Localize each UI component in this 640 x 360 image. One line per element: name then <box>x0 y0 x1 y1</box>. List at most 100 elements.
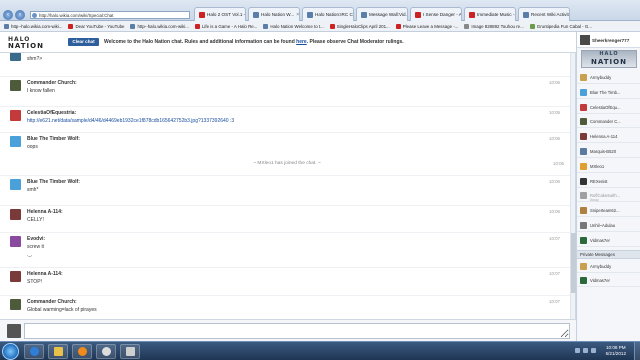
user-list-item[interactable]: Sniperteam62... <box>577 205 640 218</box>
bookmark-favicon-icon <box>263 23 269 29</box>
bookmark-label: Life is a Game - A Halo Re... <box>201 23 258 29</box>
message-username[interactable]: Evodvi: <box>27 236 45 242</box>
message-text[interactable]: http://e621.net/data/sample/d4/46/d4469e… <box>27 118 234 124</box>
chat-message-input[interactable] <box>24 323 570 339</box>
avatar[interactable] <box>10 209 21 220</box>
folder-icon[interactable] <box>48 344 68 359</box>
user-name: Helenna A-114 <box>590 134 618 140</box>
user-list-item[interactable]: Armybuddy <box>577 72 640 84</box>
bookmark-item[interactable]: SingleHaloClips April 201... <box>329 23 390 29</box>
tab[interactable]: Halo 2 OST Vol.1 -× <box>194 7 246 21</box>
bookmark-label: Gruntipedia Fun Cabal - G... <box>536 23 592 29</box>
tab[interactable]: Immediate Music -...× <box>464 7 516 21</box>
message-username[interactable]: Blue The Timber Wolf: <box>27 136 80 142</box>
avatar[interactable] <box>10 179 21 190</box>
message-text: Global warming=lack of pirayes <box>27 307 97 313</box>
bookmark-favicon-icon <box>395 23 401 29</box>
ie-icon[interactable] <box>24 344 44 359</box>
wiki-logo[interactable]: HALO NATION <box>581 50 637 68</box>
user-list-item[interactable]: Vidmas7er <box>577 235 640 247</box>
message-scrollbar[interactable] <box>570 53 576 319</box>
bookmark-item[interactable]: Please Leave a Message -... <box>395 23 459 29</box>
chat-header: HALO NATION Clear chat Welcome to the Ha… <box>0 32 576 53</box>
windows-taskbar: 10:08 PM 5/21/2012 <box>0 341 640 360</box>
bookmark-item[interactable]: http--halo.wikia.com-wiki... <box>130 23 189 29</box>
avatar <box>580 277 587 284</box>
bookmark-item[interactable]: Life is a Game - A Halo Re... <box>194 23 258 29</box>
avatar[interactable] <box>10 236 21 247</box>
message-divider <box>0 132 574 133</box>
private-message-item[interactable]: Armybuddy <box>577 261 640 273</box>
tab[interactable]: Recent Wiki Activit...× <box>518 7 570 21</box>
avatar[interactable] <box>10 53 21 61</box>
user-list-item[interactable]: Helenna A-114 <box>577 131 640 144</box>
bookmark-label: Halo Nation Welcome to t... <box>270 23 324 29</box>
bookmark-item[interactable]: http--halo.wikia.com-wiki... <box>4 23 62 29</box>
message-text: screw it <box>27 244 44 250</box>
avatar[interactable] <box>10 136 21 147</box>
message-timestamp: 10:07 <box>549 236 560 241</box>
avatar[interactable] <box>10 110 21 121</box>
user-list-item[interactable]: CelestiaOfEqu... <box>577 102 640 114</box>
current-user[interactable]: Sheerkrenger777 <box>577 32 640 48</box>
address-bar[interactable]: http://halo.wikia.com/wiki/Special:Chat <box>30 11 190 19</box>
welcome-message: Welcome to the Halo Nation chat. Rules a… <box>104 39 404 45</box>
bookmark-favicon-icon <box>130 23 136 29</box>
message-timestamp: 10:05 <box>549 110 560 115</box>
clear-chat-button[interactable]: Clear chat <box>68 38 99 46</box>
media-player-icon[interactable] <box>72 344 92 359</box>
tray-icon[interactable] <box>575 348 580 353</box>
bookmark-item[interactable]: Halo Nation Welcome to t... <box>263 23 324 29</box>
message-username[interactable]: Helenna A-114: <box>27 209 63 215</box>
tab-label: Halo 2 OST Vol.1 - <box>207 12 246 17</box>
tab[interactable]: Message Wall:Vid...× <box>356 7 408 21</box>
chat-input-bar <box>0 319 576 341</box>
bookmark-favicon-icon <box>464 23 470 29</box>
message-username[interactable]: Helenna A-114: <box>27 271 63 277</box>
youtube-favicon <box>469 11 475 18</box>
user-list-item[interactable]: Blue The Timb... <box>577 87 640 99</box>
bookmark-item[interactable]: Gruntipedia Fun Cabal - G... <box>529 23 592 29</box>
user-list-item[interactable]: Commander C... <box>577 116 640 129</box>
bookmark-favicon-icon <box>329 23 335 29</box>
start-button[interactable] <box>2 343 19 360</box>
avatar[interactable] <box>10 80 21 91</box>
user-list-item[interactable]: Marquis-B520 <box>577 146 640 158</box>
message-username[interactable]: Blue The Timber Wolf: <box>27 179 80 185</box>
user-list-item[interactable]: MXleo1 <box>577 161 640 173</box>
tab[interactable]: I Sense Danger - A...× <box>410 7 462 21</box>
avatar <box>580 177 587 185</box>
bookmark-label: Please Leave a Message -... <box>402 23 459 29</box>
message-username[interactable]: Commander Church: <box>27 80 77 86</box>
private-message-item[interactable]: Vidmas7er <box>577 275 640 287</box>
tray-icon[interactable] <box>591 348 596 353</box>
bookmark-favicon-icon <box>4 23 9 29</box>
back-button[interactable]: ‹ <box>3 10 13 20</box>
tab[interactable]: Halo Nation W... × <box>248 7 300 21</box>
close-icon[interactable]: × <box>296 12 299 18</box>
avatar <box>580 74 587 81</box>
forward-button[interactable]: › <box>15 10 25 20</box>
user-list-item[interactable]: Unhil~Adulau <box>577 220 640 232</box>
app-icon[interactable] <box>120 344 140 359</box>
message-username[interactable]: CelestiaOfEquestria: <box>27 110 76 116</box>
tab[interactable]: Halo Nation:IRC C...× <box>302 7 354 21</box>
avatar[interactable] <box>10 299 21 310</box>
globe-icon <box>32 13 37 18</box>
steam-icon[interactable] <box>96 344 116 359</box>
avatar[interactable] <box>10 271 21 282</box>
show-desktop-button[interactable] <box>634 342 640 360</box>
tab-strip: Halo 2 OST Vol.1 -×Halo Nation W...×Halo… <box>194 7 640 21</box>
rules-link[interactable]: here <box>296 39 307 45</box>
user-list-item[interactable]: REXenist <box>577 176 640 188</box>
clock[interactable]: 10:08 PM 5/21/2012 <box>606 345 626 357</box>
message-text: I know fallen <box>27 88 55 94</box>
message-timestamp: 10:06 <box>549 179 560 184</box>
bookmark-item[interactable]: Image 828892 Touhou re... <box>464 23 524 29</box>
message-divider <box>0 175 574 176</box>
user-list-item[interactable]: RoflCakeswith... Away <box>577 190 640 203</box>
tray-icon[interactable] <box>583 348 588 353</box>
bookmark-item[interactable]: Dear YouTube - YouTube <box>68 23 124 29</box>
message-username[interactable]: Commander Church: <box>27 299 77 305</box>
avatar <box>580 192 587 200</box>
